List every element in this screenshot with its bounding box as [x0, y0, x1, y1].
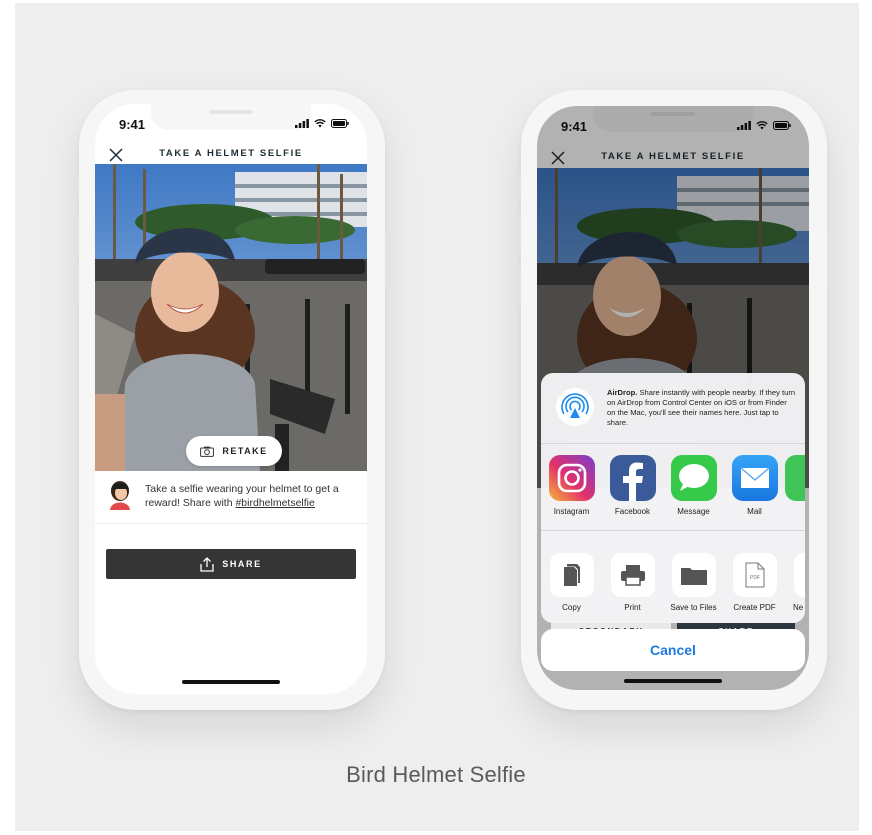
share-sheet: AirDrop. Share instantly with people nea… [541, 373, 805, 623]
share-app-partial[interactable] [785, 455, 805, 516]
presentation-caption: Bird Helmet Selfie [346, 762, 526, 787]
wifi-icon [314, 119, 326, 128]
avatar [110, 481, 130, 510]
camera-icon [200, 446, 215, 457]
cancel-label: Cancel [650, 642, 696, 658]
share-button[interactable]: SHARE [106, 549, 356, 579]
screen-left: 9:41 TAKE A HELMET SELFIE RETAKE Take a … [95, 104, 367, 694]
action-row: Copy Print Save to Files PDF Create PDF … [541, 553, 805, 612]
mail-icon [731, 455, 778, 501]
instagram-icon [548, 455, 595, 501]
promo-text: Take a selfie wearing your helmet to get… [145, 483, 339, 509]
hashtag-link[interactable]: #birdhelmetselfie [235, 497, 314, 509]
retake-button[interactable]: RETAKE [186, 436, 282, 466]
partial-action-icon [793, 553, 805, 597]
share-app-facebook[interactable]: Facebook [602, 455, 663, 516]
folder-icon [671, 553, 716, 597]
facebook-icon [609, 455, 656, 501]
action-create-pdf[interactable]: PDF Create PDF [724, 553, 785, 612]
selfie-photo [95, 164, 367, 471]
battery-icon [331, 119, 349, 128]
status-bar: 9:41 [95, 114, 367, 138]
whatsapp-icon [785, 455, 805, 501]
action-print[interactable]: Print [602, 553, 663, 612]
share-app-mail[interactable]: Mail [724, 455, 785, 516]
share-icon [200, 556, 214, 572]
pdf-icon: PDF [732, 553, 777, 597]
svg-text:PDF: PDF [750, 575, 760, 581]
action-copy[interactable]: Copy [541, 553, 602, 612]
promo-banner: Take a selfie wearing your helmet to get… [95, 471, 367, 524]
signal-icon [295, 119, 309, 128]
copy-icon [549, 553, 594, 597]
status-time: 9:41 [119, 117, 146, 132]
action-save-to-files[interactable]: Save to Files [663, 553, 724, 612]
airdrop-icon [556, 388, 594, 426]
airdrop-text: AirDrop. Share instantly with people nea… [607, 388, 796, 427]
print-icon [610, 553, 655, 597]
action-partial[interactable]: Ne [785, 553, 805, 612]
share-label: SHARE [222, 559, 262, 569]
app-row: Instagram Facebook Message Mail [541, 455, 805, 531]
retake-label: RETAKE [222, 446, 268, 456]
home-indicator [182, 680, 280, 684]
message-icon [670, 455, 717, 501]
share-app-instagram[interactable]: Instagram [541, 455, 602, 516]
page-title: TAKE A HELMET SELFIE [159, 148, 303, 159]
phone-right: 9:41 TAKE A HELMET SELFIE AirDrop. Share… [518, 90, 830, 710]
screen-right: 9:41 TAKE A HELMET SELFIE AirDrop. Share… [537, 106, 809, 690]
share-app-message[interactable]: Message [663, 455, 724, 516]
phone-left: 9:41 TAKE A HELMET SELFIE RETAKE Take a … [76, 90, 388, 710]
airdrop-section[interactable]: AirDrop. Share instantly with people nea… [541, 373, 805, 444]
home-indicator [624, 679, 722, 683]
cancel-button[interactable]: Cancel [541, 629, 805, 671]
